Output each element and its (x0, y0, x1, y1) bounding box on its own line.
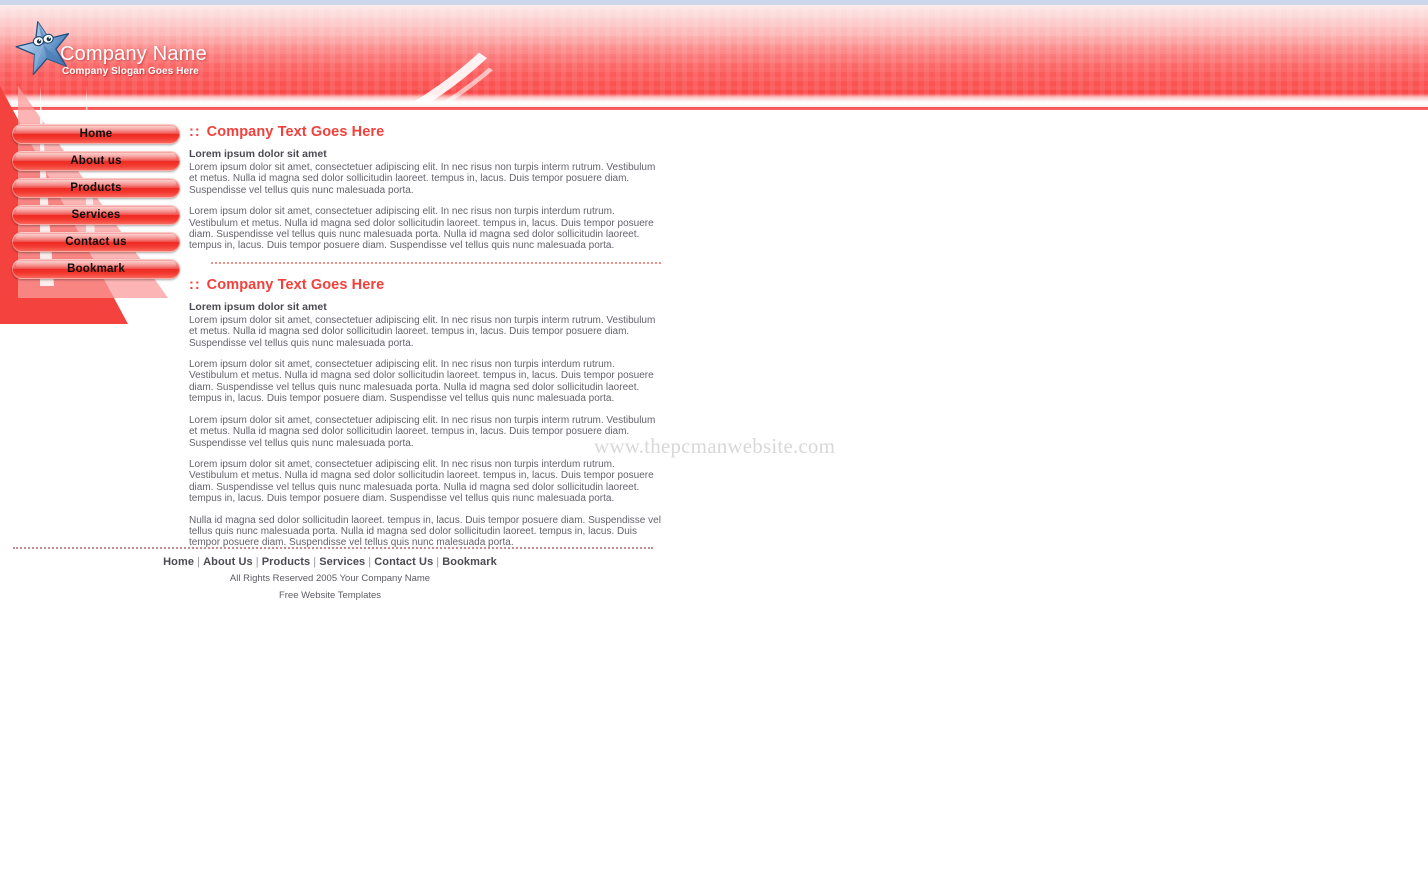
footer-credit: Free Website Templates (278, 590, 382, 601)
footer-divider (13, 547, 653, 550)
section-title-marker: :: (189, 276, 201, 293)
site-logo[interactable]: Company Name Company Slogan Goes Here (14, 17, 314, 77)
footer-link-separator: | (197, 556, 201, 568)
nav-item-label: Bookmark (67, 263, 125, 275)
body-paragraph: Lorem ipsum dolor sit amet, consectetuer… (189, 206, 654, 252)
body-paragraph: Lorem ipsum dolor sit amet, consectetuer… (189, 162, 656, 196)
footer-link-services[interactable]: Services (319, 556, 365, 568)
nav-services[interactable]: Services (12, 205, 180, 225)
footer-link-products[interactable]: Products (262, 556, 310, 568)
footer-link-home[interactable]: Home (163, 556, 194, 568)
nav-home[interactable]: Home (12, 124, 180, 144)
footer-link-separator: | (436, 556, 440, 568)
body-paragraph: Lorem ipsum dolor sit amet, consectetuer… (189, 458, 654, 505)
main-navigation: Home About us Products Services Contact us Bo… (12, 124, 180, 286)
body-paragraph: Lorem ipsum dolor sit amet, consectetuer… (189, 414, 656, 449)
section-title: :: Company Text Goes Here (189, 277, 661, 293)
page-root: Company Name Company Slogan Goes Here Ho… (0, 0, 1428, 893)
section-title: :: Company Text Goes Here (189, 124, 661, 140)
footer-link-separator: | (313, 556, 317, 568)
section-title-marker: :: (189, 124, 201, 140)
body-paragraph: Lorem ipsum dolor sit amet, consectetuer… (189, 314, 656, 349)
nav-products[interactable]: Products (12, 178, 180, 198)
section-title-text: Company Text Goes Here (206, 124, 385, 140)
footer-link-separator: | (368, 556, 372, 568)
nav-item-label: Services (71, 209, 121, 221)
nav-contact-us[interactable]: Contact us (12, 232, 180, 252)
nav-item-label: Home (79, 128, 113, 140)
footer-links: Home | About Us | Products | Services | Contact … (0, 556, 660, 568)
brand-slogan: Company Slogan Goes Here (62, 66, 199, 77)
footer-link-about-us[interactable]: About Us (203, 556, 253, 568)
footer-copyright: All Rights Reserved 2005 Your Company Na… (229, 573, 431, 584)
section-dotted-separator (211, 261, 661, 265)
footer-link-separator: | (255, 556, 259, 568)
nav-bookmark[interactable]: Bookmark (12, 259, 180, 279)
footer-link-bookmark[interactable]: Bookmark (442, 556, 497, 568)
section-subtitle: Lorem ipsum dolor sit amet (189, 300, 327, 313)
section-subtitle: Lorem ipsum dolor sit amet (189, 148, 327, 160)
site-header-banner: Company Name Company Slogan Goes Here (0, 5, 1428, 110)
nav-item-label: About us (70, 155, 122, 167)
site-footer: Home | About Us | Products | Services | Contact … (0, 556, 660, 602)
section-title-text: Company Text Goes Here (206, 276, 385, 293)
body-paragraph: Nulla id magna sed dolor sollicitudin la… (189, 514, 661, 549)
nav-item-label: Contact us (65, 236, 127, 248)
nav-item-label: Products (70, 182, 122, 194)
nav-about-us[interactable]: About us (12, 151, 180, 171)
body-paragraph: Lorem ipsum dolor sit amet, consectetuer… (189, 359, 654, 405)
brand-name: Company Name (60, 43, 207, 65)
header-bottom-edge (0, 107, 1428, 110)
main-content: :: Company Text Goes HereLorem ipsum dolo… (189, 124, 661, 559)
footer-link-contact-us[interactable]: Contact Us (374, 556, 433, 568)
